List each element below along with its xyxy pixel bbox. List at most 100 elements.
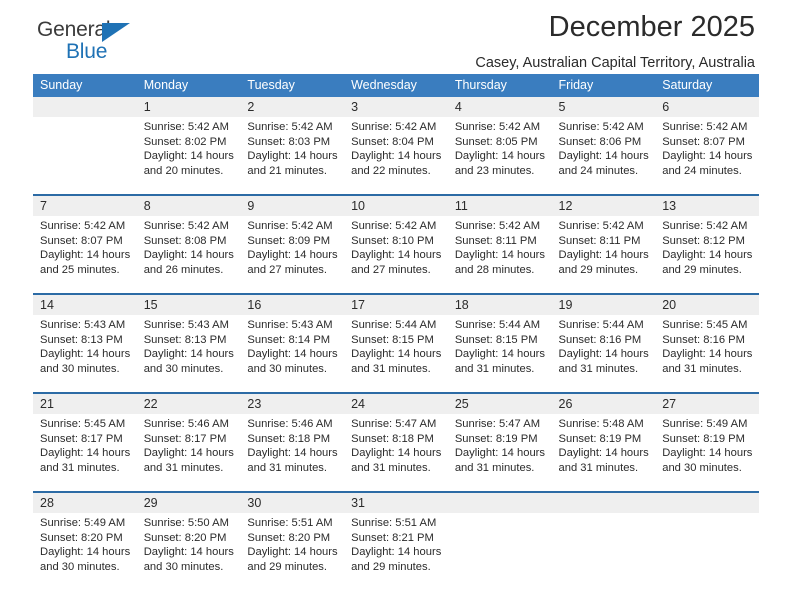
day-detail-cell: Sunrise: 5:44 AM Sunset: 8:15 PM Daylight:… (344, 315, 448, 392)
sunset-text: Sunset: 8:05 PM (454, 135, 538, 148)
day-number-cell[interactable]: 17 (344, 295, 448, 315)
title-block: December 2025 Casey, Australian Capital … (475, 10, 755, 73)
daylight-text: Daylight: 14 hours and 28 minutes. (454, 249, 545, 276)
day-detail-row: Sunrise: 5:42 AM Sunset: 8:02 PM Daylight:… (33, 117, 759, 194)
day-number-cell[interactable]: 21 (33, 394, 137, 414)
day-number-cell[interactable]: 15 (136, 295, 241, 315)
day-number-cell[interactable]: 1 (136, 97, 241, 117)
day-detail-cell: Sunrise: 5:43 AM Sunset: 8:13 PM Daylight:… (33, 315, 137, 392)
empty-detail-cell (655, 513, 759, 590)
sunset-text: Sunset: 8:03 PM (247, 135, 331, 148)
day-number-cell[interactable]: 13 (655, 196, 759, 216)
day-number-cell[interactable]: 18 (447, 295, 552, 315)
day-detail-cell: Sunrise: 5:42 AM Sunset: 8:07 PM Daylight:… (33, 216, 137, 293)
sunrise-text: Sunrise: 5:42 AM (662, 220, 748, 232)
day-detail-cell: Sunrise: 5:42 AM Sunset: 8:09 PM Daylight:… (240, 216, 345, 293)
sunrise-text: Sunrise: 5:46 AM (143, 418, 229, 430)
day-number-cell[interactable]: 19 (551, 295, 656, 315)
sunrise-text: Sunrise: 5:45 AM (40, 418, 126, 430)
sunrise-text: Sunrise: 5:51 AM (351, 517, 437, 529)
sunset-text: Sunset: 8:11 PM (558, 234, 641, 247)
day-detail-cell: Sunrise: 5:45 AM Sunset: 8:16 PM Daylight:… (655, 315, 759, 392)
day-number-cell[interactable]: 10 (344, 196, 448, 216)
sunrise-text: Sunrise: 5:42 AM (558, 121, 644, 133)
dow-header-tuesday: Tuesday (240, 74, 345, 97)
dow-header-monday: Monday (136, 74, 241, 97)
calendar-table: Sunday Monday Tuesday Wednesday Thursday… (33, 74, 759, 590)
day-number-cell[interactable]: 31 (344, 493, 448, 513)
day-number-cell[interactable]: 20 (655, 295, 759, 315)
sunset-text: Sunset: 8:09 PM (247, 234, 331, 247)
day-number-cell[interactable]: 4 (447, 97, 552, 117)
day-number-row: 7 8 9 10 11 12 13 (33, 196, 759, 216)
daylight-text: Daylight: 14 hours and 26 minutes. (143, 249, 234, 276)
sunset-text: Sunset: 8:16 PM (662, 333, 745, 346)
day-number-cell[interactable]: 29 (136, 493, 241, 513)
day-detail-cell: Sunrise: 5:42 AM Sunset: 8:11 PM Daylight:… (447, 216, 552, 293)
day-detail-cell: Sunrise: 5:48 AM Sunset: 8:19 PM Daylight:… (551, 414, 656, 491)
sunset-text: Sunset: 8:07 PM (40, 234, 123, 247)
sunrise-text: Sunrise: 5:42 AM (247, 121, 333, 133)
dow-header-sunday: Sunday (33, 74, 137, 97)
day-detail-cell: Sunrise: 5:51 AM Sunset: 8:20 PM Daylight:… (240, 513, 345, 590)
day-detail-cell: Sunrise: 5:49 AM Sunset: 8:20 PM Daylight:… (33, 513, 137, 590)
sunset-text: Sunset: 8:16 PM (558, 333, 642, 346)
day-number-cell[interactable]: 9 (240, 196, 345, 216)
sunset-text: Sunset: 8:10 PM (351, 234, 434, 247)
day-detail-cell: Sunrise: 5:49 AM Sunset: 8:19 PM Daylight:… (655, 414, 759, 491)
day-detail-row: Sunrise: 5:42 AM Sunset: 8:07 PM Daylight:… (33, 216, 759, 293)
day-detail-cell: Sunrise: 5:42 AM Sunset: 8:02 PM Daylight:… (136, 117, 241, 194)
day-number-cell[interactable]: 3 (344, 97, 448, 117)
sunset-text: Sunset: 8:20 PM (40, 531, 123, 544)
daylight-text: Daylight: 14 hours and 22 minutes. (351, 150, 442, 177)
sunset-text: Sunset: 8:18 PM (351, 432, 434, 445)
sunrise-text: Sunrise: 5:47 AM (454, 418, 541, 430)
daylight-text: Daylight: 14 hours and 30 minutes. (40, 546, 131, 573)
sunrise-text: Sunrise: 5:42 AM (351, 121, 437, 133)
day-detail-cell: Sunrise: 5:42 AM Sunset: 8:10 PM Daylight:… (344, 216, 448, 293)
daylight-text: Daylight: 14 hours and 31 minutes. (558, 348, 649, 375)
day-number-cell[interactable]: 30 (240, 493, 345, 513)
day-detail-row: Sunrise: 5:43 AM Sunset: 8:13 PM Daylight:… (33, 315, 759, 392)
day-number-cell[interactable]: 7 (33, 196, 137, 216)
day-number-cell[interactable]: 11 (447, 196, 552, 216)
page-subtitle: Casey, Australian Capital Territory, Aus… (475, 55, 755, 71)
day-detail-cell: Sunrise: 5:44 AM Sunset: 8:16 PM Daylight:… (551, 315, 656, 392)
day-number-cell[interactable]: 25 (447, 394, 552, 414)
day-detail-cell: Sunrise: 5:42 AM Sunset: 8:05 PM Daylight:… (447, 117, 552, 194)
day-detail-cell: Sunrise: 5:51 AM Sunset: 8:21 PM Daylight:… (344, 513, 448, 590)
day-number-cell[interactable]: 8 (136, 196, 241, 216)
empty-day-cell (33, 97, 137, 117)
day-number-cell[interactable]: 14 (33, 295, 137, 315)
daylight-text: Daylight: 14 hours and 31 minutes. (454, 447, 545, 474)
sunrise-text: Sunrise: 5:47 AM (351, 418, 437, 430)
day-number-cell[interactable]: 23 (240, 394, 345, 414)
day-number-cell[interactable]: 16 (240, 295, 345, 315)
brand-logo[interactable]: General Blue (37, 18, 197, 70)
day-number-cell[interactable]: 28 (33, 493, 137, 513)
daylight-text: Daylight: 14 hours and 31 minutes. (143, 447, 234, 474)
sunset-text: Sunset: 8:19 PM (662, 432, 745, 445)
day-number-cell[interactable]: 2 (240, 97, 345, 117)
day-number-cell[interactable]: 22 (136, 394, 241, 414)
sunrise-text: Sunrise: 5:42 AM (454, 121, 541, 133)
sunrise-text: Sunrise: 5:42 AM (143, 220, 229, 232)
dow-header-wednesday: Wednesday (344, 74, 448, 97)
calendar-page: General Blue December 2025 Casey, Austra… (0, 0, 792, 612)
day-detail-cell: Sunrise: 5:42 AM Sunset: 8:12 PM Daylight:… (655, 216, 759, 293)
sunrise-text: Sunrise: 5:51 AM (247, 517, 333, 529)
day-number-cell[interactable]: 26 (551, 394, 656, 414)
day-number-cell[interactable]: 12 (551, 196, 656, 216)
day-detail-cell: Sunrise: 5:42 AM Sunset: 8:11 PM Daylight:… (551, 216, 656, 293)
sunrise-text: Sunrise: 5:45 AM (662, 319, 748, 331)
daylight-text: Daylight: 14 hours and 30 minutes. (143, 348, 234, 375)
day-detail-cell: Sunrise: 5:46 AM Sunset: 8:17 PM Daylight:… (136, 414, 241, 491)
daylight-text: Daylight: 14 hours and 31 minutes. (351, 447, 442, 474)
sunrise-text: Sunrise: 5:43 AM (143, 319, 229, 331)
day-number-cell[interactable]: 5 (551, 97, 656, 117)
sunrise-text: Sunrise: 5:46 AM (247, 418, 333, 430)
day-number-cell[interactable]: 6 (655, 97, 759, 117)
day-number-cell[interactable]: 24 (344, 394, 448, 414)
daylight-text: Daylight: 14 hours and 31 minutes. (247, 447, 338, 474)
day-number-cell[interactable]: 27 (655, 394, 759, 414)
